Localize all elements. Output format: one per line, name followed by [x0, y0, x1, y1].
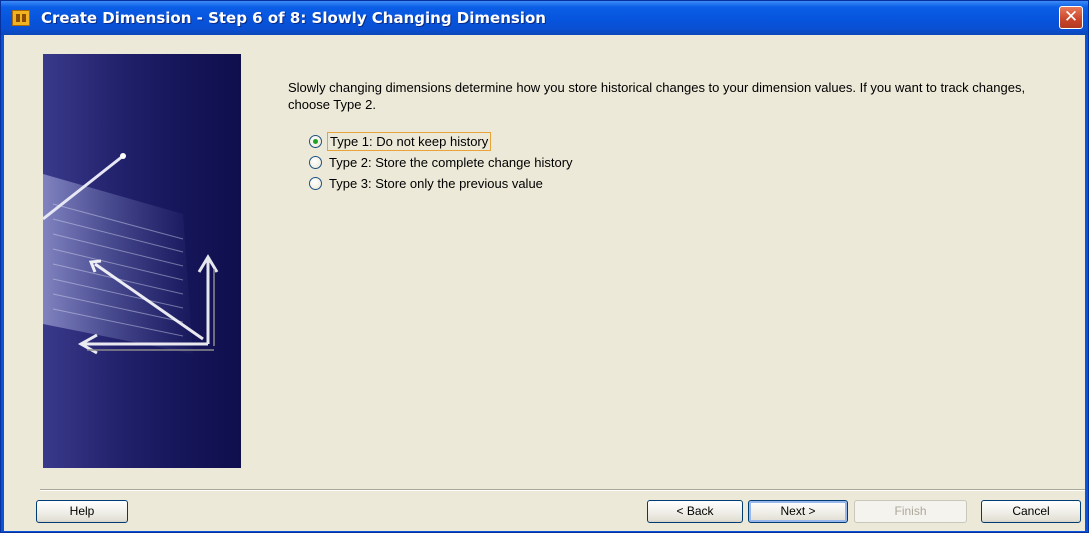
back-button[interactable]: < Back [647, 500, 743, 523]
option-type-2[interactable]: Type 2: Store the complete change histor… [309, 152, 575, 172]
wizard-window: Create Dimension - Step 6 of 8: Slowly C… [0, 0, 1089, 533]
wizard-illustration [43, 54, 241, 468]
close-icon[interactable]: ✕ [1059, 6, 1083, 29]
option-type-3[interactable]: Type 3: Store only the previous value [309, 173, 545, 193]
app-icon [12, 10, 30, 26]
description-text: Slowly changing dimensions determine how… [288, 80, 1026, 112]
radio-type-3[interactable] [309, 176, 322, 190]
option-type-1[interactable]: Type 1: Do not keep history [309, 131, 492, 151]
option-type-3-label[interactable]: Type 3: Store only the previous value [327, 175, 545, 192]
help-button[interactable]: Help [36, 500, 128, 523]
dialog-body: Slowly changing dimensions determine how… [4, 35, 1085, 531]
option-type-1-label[interactable]: Type 1: Do not keep history [327, 131, 492, 151]
option-type-2-label[interactable]: Type 2: Store the complete change histor… [327, 154, 575, 171]
title-bar[interactable]: Create Dimension - Step 6 of 8: Slowly C… [1, 1, 1088, 35]
next-button[interactable]: Next > [748, 500, 848, 523]
radio-type-2[interactable] [309, 155, 322, 169]
radio-type-1[interactable] [309, 134, 322, 148]
cancel-button[interactable]: Cancel [981, 500, 1081, 523]
footer-separator [40, 489, 1085, 491]
window-title: Create Dimension - Step 6 of 8: Slowly C… [41, 9, 546, 27]
finish-button: Finish [854, 500, 967, 523]
